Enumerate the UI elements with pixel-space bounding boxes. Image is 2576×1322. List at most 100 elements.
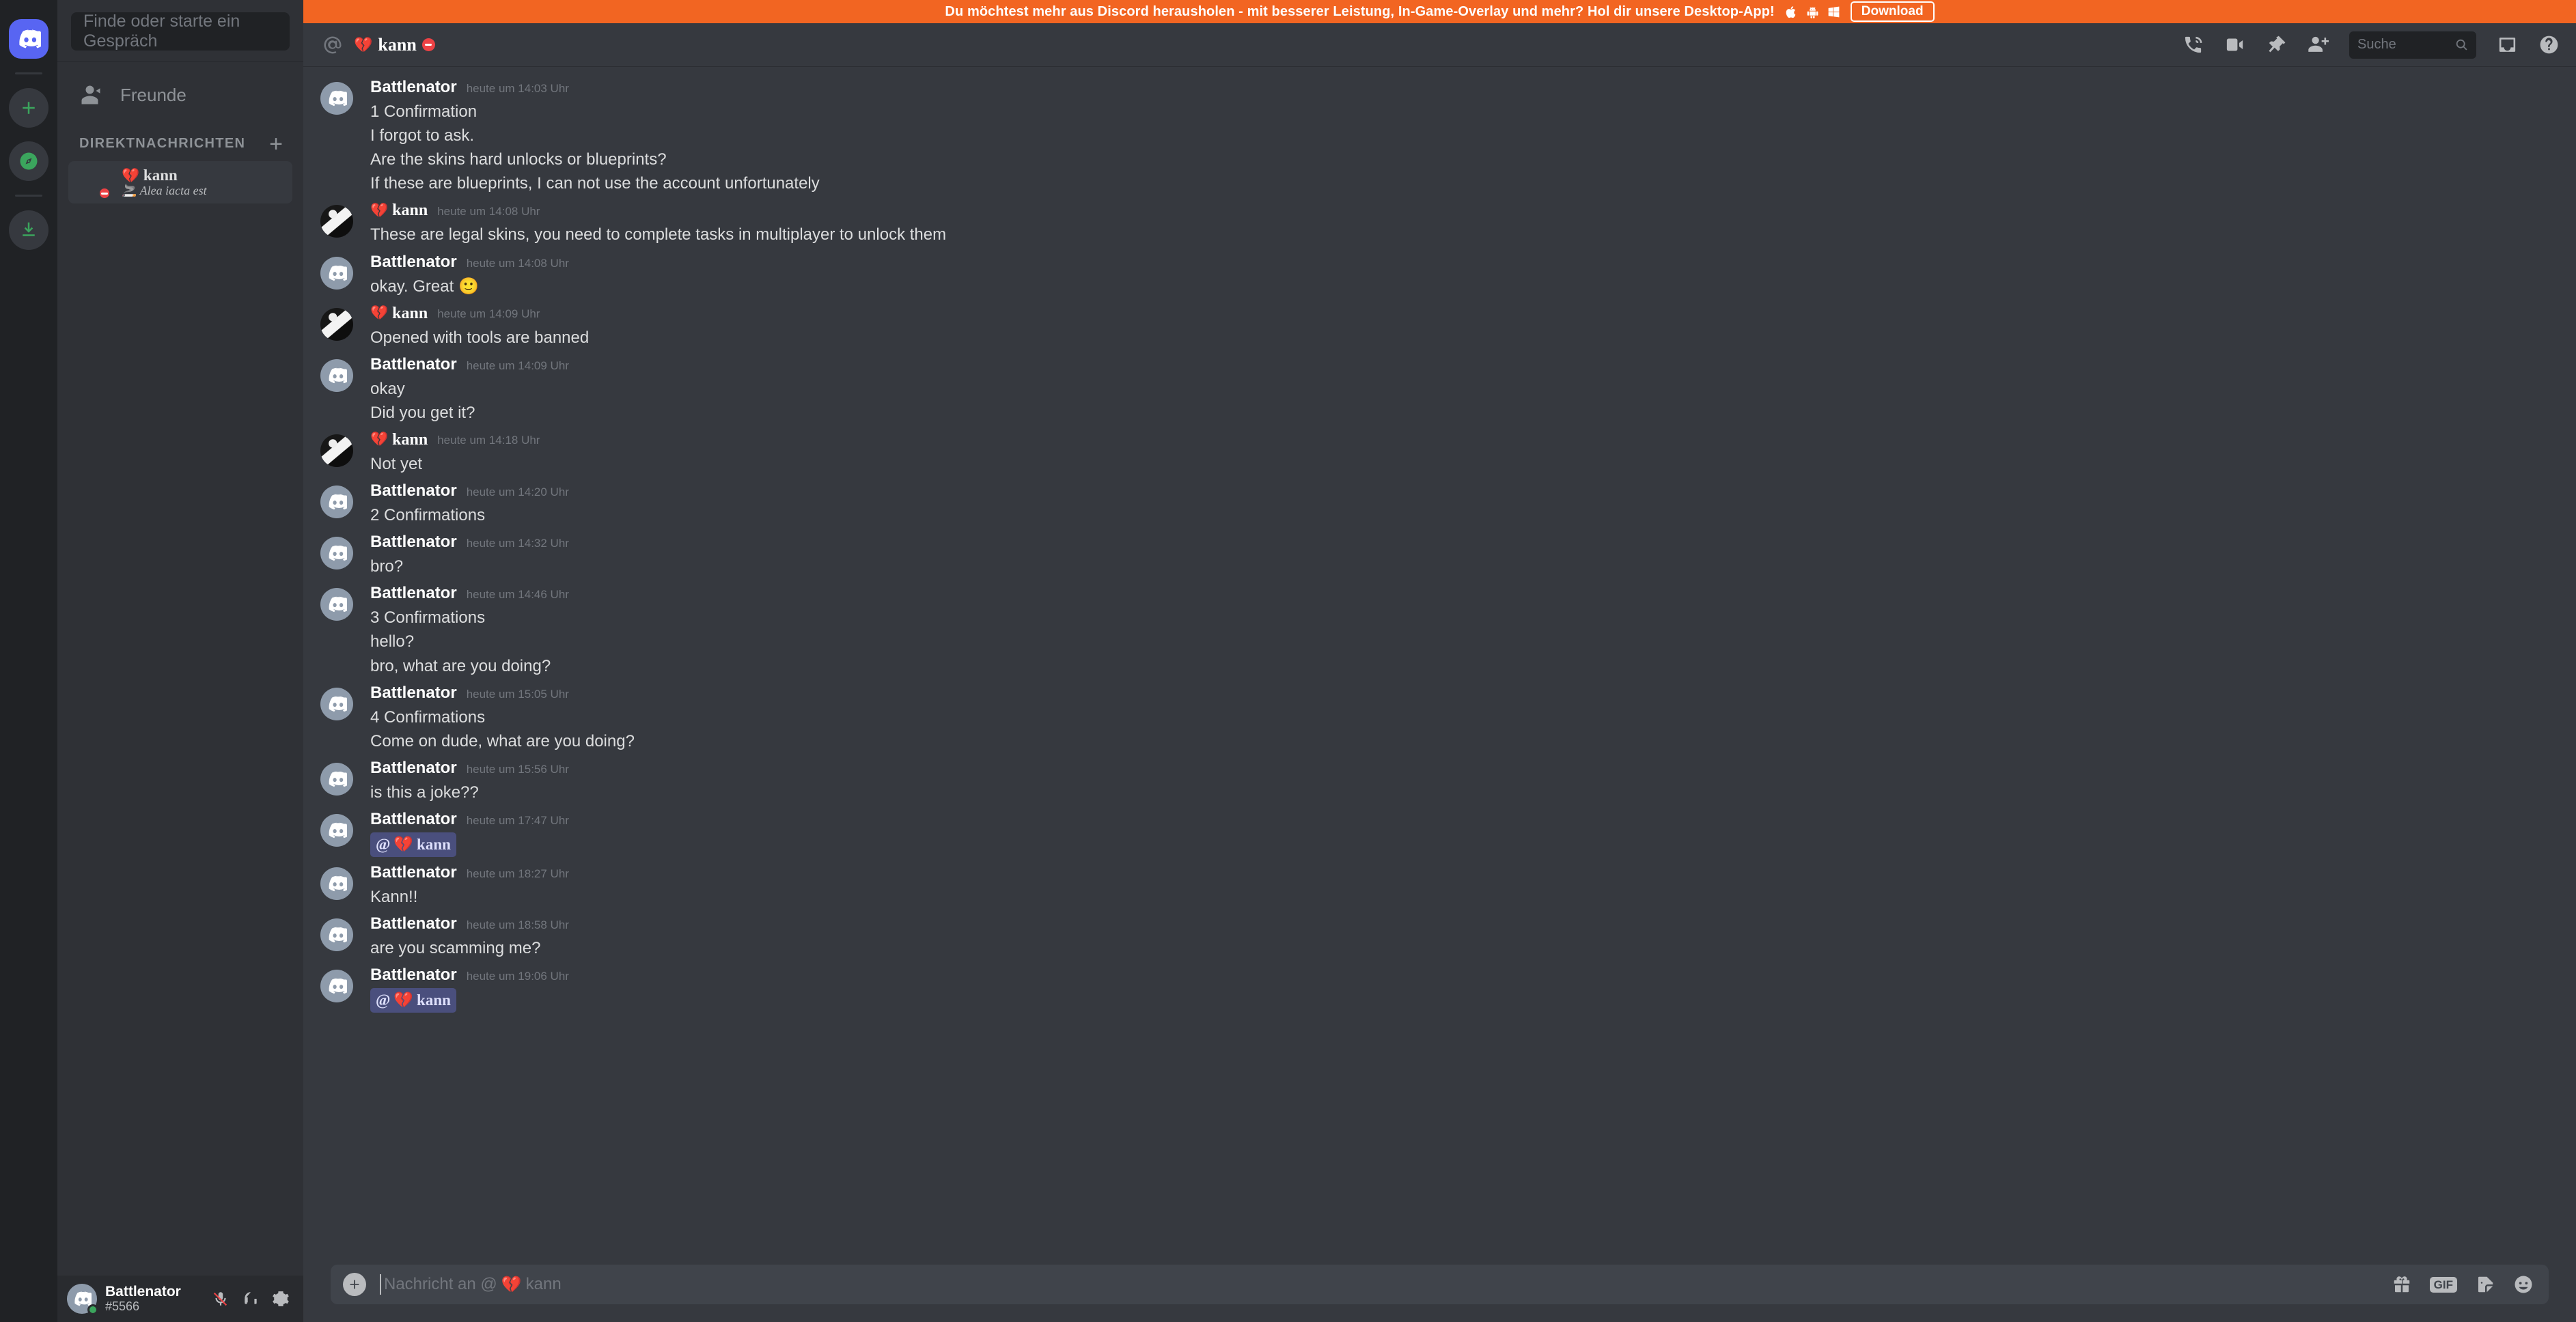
message-author[interactable]: Battlenator bbox=[370, 585, 457, 602]
desktop-app-promo-banner: Du möchtest mehr aus Discord herausholen… bbox=[303, 0, 2576, 23]
sidebar-friends-label: Freunde bbox=[120, 84, 186, 105]
avatar bbox=[78, 167, 111, 200]
search-placeholder: Suche bbox=[2357, 37, 2396, 52]
pin-icon[interactable] bbox=[2266, 34, 2287, 55]
sidebar-search-area: Finde oder starte ein Gespräch bbox=[57, 0, 303, 62]
sidebar-item-friends[interactable]: Freunde bbox=[70, 74, 291, 116]
message-line: Not yet bbox=[370, 454, 423, 473]
message-row: Battlenator heute um 15:56 Uhr is this a j… bbox=[303, 755, 2576, 806]
message-line: bro? bbox=[370, 557, 404, 576]
explore-compass-icon bbox=[20, 152, 38, 170]
windows-icon[interactable] bbox=[1827, 5, 1841, 19]
user-mention-pill[interactable]: @ 💔 kann bbox=[370, 832, 456, 857]
message-input[interactable]: Nachricht an @ 💔 kann bbox=[380, 1274, 2378, 1295]
avatar[interactable] bbox=[303, 916, 370, 960]
headphones-icon[interactable] bbox=[242, 1290, 260, 1308]
message-line: okay bbox=[370, 379, 405, 398]
user-mention-pill[interactable]: @ 💔 kann bbox=[370, 987, 456, 1013]
attach-file-button[interactable] bbox=[343, 1273, 366, 1296]
apple-icon[interactable] bbox=[1784, 5, 1799, 19]
avatar-image bbox=[320, 434, 353, 467]
avatar[interactable] bbox=[303, 534, 370, 578]
dnd-status-badge bbox=[421, 38, 435, 51]
dm-list-item-kann[interactable]: 💔 kann 🚬 Alea iacta est bbox=[68, 161, 292, 203]
user-identity: Battlenator #5566 bbox=[105, 1284, 204, 1313]
dnd-status-badge bbox=[98, 186, 111, 200]
message-author[interactable]: Battlenator bbox=[370, 759, 457, 776]
message-author[interactable]: Battlenator bbox=[370, 966, 457, 983]
avatar[interactable] bbox=[303, 356, 370, 425]
inbox-icon[interactable] bbox=[2497, 34, 2518, 55]
message-author[interactable]: Battlenator bbox=[370, 684, 457, 701]
avatar[interactable] bbox=[303, 811, 370, 858]
message-header: Battlenator heute um 19:06 Uhr bbox=[370, 966, 2549, 983]
message-author-label: kann bbox=[392, 430, 428, 449]
avatar[interactable] bbox=[303, 432, 370, 476]
avatar[interactable] bbox=[303, 483, 370, 527]
avatar[interactable] bbox=[303, 864, 370, 909]
sticker-icon[interactable] bbox=[2475, 1274, 2495, 1295]
message-author[interactable]: Battlenator bbox=[370, 534, 457, 550]
message-author[interactable]: 💔 kann bbox=[370, 202, 428, 219]
avatar[interactable] bbox=[303, 305, 370, 350]
microphone-muted-icon[interactable] bbox=[212, 1290, 230, 1308]
message-author[interactable]: Battlenator bbox=[370, 356, 457, 373]
message-author[interactable]: Battlenator bbox=[370, 483, 457, 499]
conversation-search-input[interactable]: Finde oder starte ein Gespräch bbox=[71, 12, 290, 51]
add-server-button[interactable] bbox=[9, 88, 49, 128]
avatar[interactable] bbox=[303, 79, 370, 195]
cigarette-icon: 🚬 bbox=[122, 183, 137, 197]
message-body: Battlenator heute um 15:05 Uhr 4 Confirmat… bbox=[370, 684, 2576, 753]
message-line: okay. Great 🙂 bbox=[370, 277, 479, 296]
user-panel: Battlenator #5566 bbox=[57, 1276, 303, 1322]
avatar-image bbox=[320, 486, 353, 519]
friends-icon bbox=[79, 81, 107, 109]
chat-header-actions: Suche bbox=[2183, 31, 2560, 59]
message-row: Battlenator heute um 14:32 Uhr bro? bbox=[303, 529, 2576, 580]
message-row: Battlenator heute um 19:06 Uhr @ 💔 kann bbox=[303, 961, 2576, 1015]
call-icon[interactable] bbox=[2183, 34, 2204, 55]
avatar[interactable] bbox=[303, 760, 370, 804]
explore-servers-button[interactable] bbox=[9, 141, 49, 181]
video-icon[interactable] bbox=[2224, 34, 2245, 55]
avatar-image bbox=[320, 82, 353, 115]
message-author-label: kann bbox=[392, 304, 428, 322]
add-friend-icon[interactable] bbox=[2308, 34, 2329, 55]
avatar-image bbox=[320, 256, 353, 290]
search-input[interactable]: Suche bbox=[2349, 31, 2476, 59]
message-composer[interactable]: Nachricht an @ 💔 kann GIF bbox=[331, 1265, 2549, 1304]
message-list[interactable]: Battlenator heute um 14:03 Uhr 1 Confirmat… bbox=[303, 67, 2576, 1265]
discord-home-button[interactable] bbox=[9, 19, 49, 59]
help-icon[interactable] bbox=[2538, 34, 2560, 55]
mention-name: kann bbox=[417, 835, 451, 853]
message-row: Battlenator heute um 15:05 Uhr 4 Confirmat… bbox=[303, 679, 2576, 755]
avatar[interactable] bbox=[303, 585, 370, 677]
message-author[interactable]: Battlenator bbox=[370, 811, 457, 828]
download-button[interactable]: Download bbox=[1850, 1, 1935, 22]
message-timestamp: heute um 14:08 Uhr bbox=[437, 204, 540, 218]
avatar-image bbox=[320, 762, 353, 796]
avatar[interactable] bbox=[303, 967, 370, 1013]
gift-icon[interactable] bbox=[2392, 1274, 2412, 1295]
download-icon bbox=[23, 222, 35, 236]
android-icon[interactable] bbox=[1805, 5, 1820, 19]
settings-gear-icon[interactable] bbox=[272, 1290, 290, 1308]
message-timestamp: heute um 14:32 Uhr bbox=[466, 537, 569, 550]
discord-logo-icon bbox=[329, 265, 347, 281]
message-author[interactable]: 💔 kann bbox=[370, 432, 428, 448]
avatar[interactable] bbox=[303, 202, 370, 247]
message-author[interactable]: Battlenator bbox=[370, 79, 457, 96]
emoji-icon[interactable] bbox=[2513, 1274, 2534, 1295]
dm-name-label: kann bbox=[143, 167, 178, 184]
message-author[interactable]: Battlenator bbox=[370, 915, 457, 932]
create-dm-button[interactable]: + bbox=[269, 132, 283, 156]
message-author[interactable]: Battlenator bbox=[370, 864, 457, 881]
message-author[interactable]: Battlenator bbox=[370, 253, 457, 270]
message-line: Kann!! bbox=[370, 887, 418, 906]
avatar[interactable] bbox=[303, 254, 370, 298]
gif-icon[interactable]: GIF bbox=[2429, 1276, 2457, 1293]
user-avatar[interactable] bbox=[67, 1284, 98, 1315]
avatar[interactable] bbox=[303, 685, 370, 753]
message-author[interactable]: 💔 kann bbox=[370, 305, 428, 322]
download-apps-button[interactable] bbox=[9, 210, 49, 250]
